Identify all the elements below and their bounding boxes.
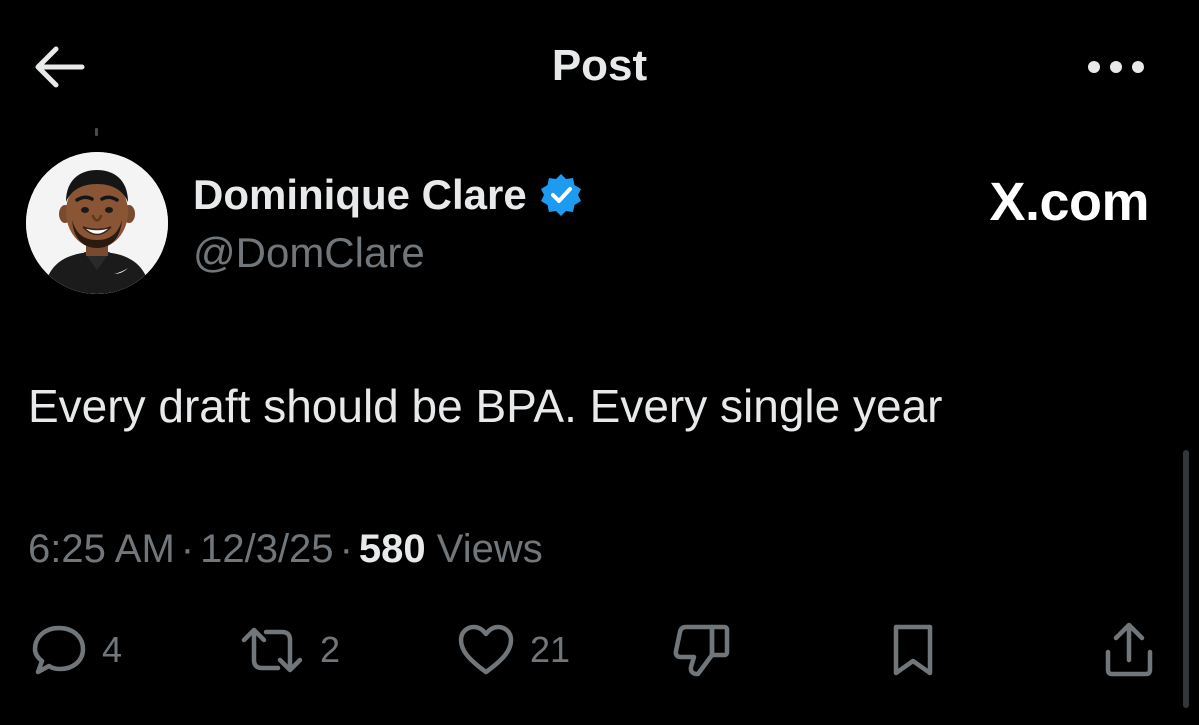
- bookmark-button[interactable]: [888, 618, 938, 682]
- author-name-row: Dominique Clare: [193, 168, 583, 222]
- post-metadata: 6:25 AM · 12/3/25 · 580 Views: [28, 522, 543, 576]
- views-count: 580: [358, 527, 426, 571]
- share-icon: [1105, 622, 1153, 677]
- avatar[interactable]: [26, 152, 168, 294]
- post-date[interactable]: 12/3/25: [200, 527, 333, 571]
- separator-dot: ·: [180, 527, 195, 571]
- author-name[interactable]: Dominique Clare: [193, 168, 527, 222]
- reply-icon: [32, 625, 86, 675]
- repost-count: 2: [320, 629, 341, 670]
- top-bar: Post: [0, 0, 1199, 130]
- scrollbar[interactable]: [1183, 450, 1189, 708]
- verified-badge-icon: [540, 174, 581, 216]
- like-button[interactable]: 21: [456, 618, 570, 682]
- avatar-illustration: [26, 152, 168, 294]
- views-label: Views: [436, 527, 543, 571]
- action-bar: 4 2 21: [0, 618, 1199, 682]
- bookmark-icon: [893, 624, 933, 676]
- post-time[interactable]: 6:25 AM: [28, 527, 175, 571]
- separator-dot: ·: [339, 527, 353, 571]
- author-handle[interactable]: @DomClare: [193, 226, 425, 280]
- thumbs-down-icon: [673, 624, 730, 677]
- repost-icon: [241, 627, 303, 673]
- more-horizontal-icon: [1088, 61, 1144, 73]
- heart-icon: [458, 624, 514, 675]
- thread-connector: [95, 128, 98, 136]
- more-button[interactable]: [1082, 50, 1150, 84]
- post-text: Every draft should be BPA. Every single …: [28, 380, 943, 432]
- share-button[interactable]: [1100, 618, 1158, 682]
- dislike-button[interactable]: [672, 618, 732, 682]
- like-count: 21: [530, 629, 571, 670]
- reply-count: 4: [102, 629, 123, 670]
- repost-button[interactable]: 2: [238, 618, 340, 682]
- page-title: Post: [551, 41, 648, 90]
- reply-button[interactable]: 4: [30, 618, 122, 682]
- x-com-watermark: X.com: [989, 172, 1149, 232]
